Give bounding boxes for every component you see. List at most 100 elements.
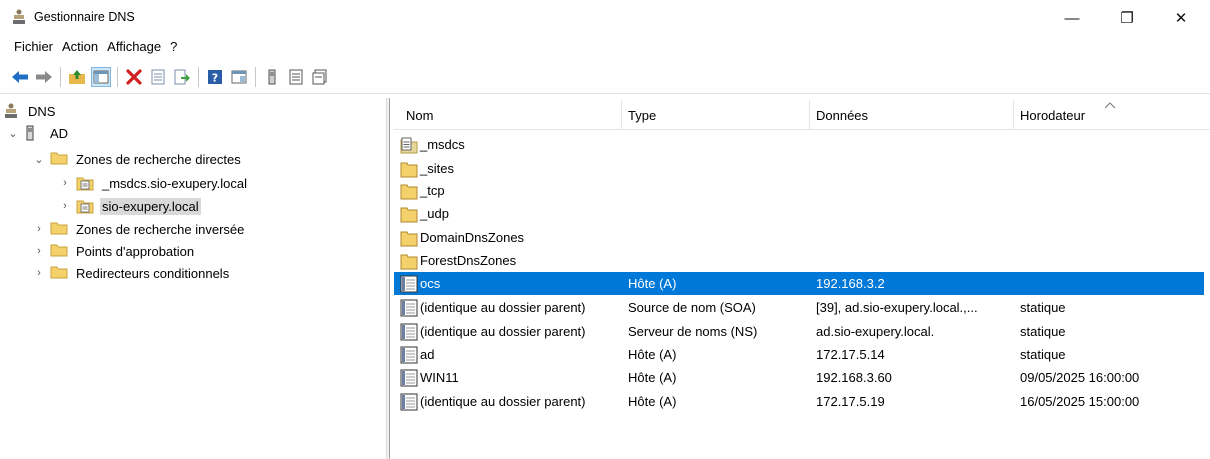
table-row[interactable]: ocs Hôte (A) 192.168.3.2 xyxy=(394,272,1204,295)
record-type xyxy=(628,179,810,202)
record-data xyxy=(816,157,1014,180)
record-name: (identique au dossier parent) xyxy=(420,394,586,409)
tree-item-dns[interactable]: DNS xyxy=(4,100,57,122)
folder-icon xyxy=(50,243,68,259)
toolbar: ? xyxy=(0,62,1210,92)
menu-affichage[interactable]: Affichage xyxy=(107,36,166,58)
record-type xyxy=(628,157,810,180)
folder-icon xyxy=(400,229,420,247)
properties-icon[interactable] xyxy=(148,67,168,87)
record-icon xyxy=(400,323,420,341)
record-name: (identique au dossier parent) xyxy=(420,324,586,339)
console-view-icon[interactable] xyxy=(229,67,249,87)
menu-fichier[interactable]: Fichier xyxy=(14,36,58,58)
chevron-right-icon[interactable]: › xyxy=(32,244,46,258)
up-folder-icon[interactable] xyxy=(67,67,87,87)
record-type: Hôte (A) xyxy=(628,394,677,409)
record-timestamp xyxy=(1020,157,1200,180)
close-button[interactable]: ✕ xyxy=(1158,0,1204,36)
tree-item-forward-zones[interactable]: ⌄ Zones de recherche directes xyxy=(32,148,243,170)
tree-label: Zones de recherche inversée xyxy=(76,221,245,237)
server-icon[interactable] xyxy=(262,67,282,87)
back-arrow-icon[interactable] xyxy=(10,67,30,87)
record-icon xyxy=(400,369,420,387)
toolbar-separator xyxy=(198,67,199,87)
record-name: ForestDnsZones xyxy=(420,253,517,268)
column-header-type[interactable]: Type xyxy=(622,100,810,130)
tree-item-server[interactable]: ⌄ AD xyxy=(6,122,70,144)
table-row[interactable]: _msdcs xyxy=(394,133,1204,156)
record-data: ad.sio-exupery.local. xyxy=(816,324,935,339)
record-name: _tcp xyxy=(420,183,445,198)
table-row[interactable]: ForestDnsZones xyxy=(394,249,1204,272)
cell-name: ocs xyxy=(400,272,622,295)
record-type: Hôte (A) xyxy=(628,276,677,291)
record-data xyxy=(816,202,1014,225)
record-data: [39], ad.sio-exupery.local.,... xyxy=(816,300,978,315)
toolbar-separator xyxy=(60,67,61,87)
zone-icon[interactable] xyxy=(286,67,306,87)
help-icon[interactable]: ? xyxy=(205,67,225,87)
close-icon: ✕ xyxy=(1174,10,1188,27)
cell-name: _tcp xyxy=(400,179,622,202)
cell-name: _udp xyxy=(400,202,622,225)
record-data xyxy=(816,179,1014,202)
cell-name: WIN11 xyxy=(400,366,622,389)
cell-name: ad xyxy=(400,343,622,366)
chevron-right-icon[interactable]: › xyxy=(58,199,72,213)
menu-bar: Fichier Action Affichage ? xyxy=(0,36,1210,58)
tree-item-zone-main[interactable]: › sio-exupery.local xyxy=(58,195,201,217)
record-name: DomainDnsZones xyxy=(420,230,525,245)
table-row[interactable]: WIN11 Hôte (A) 192.168.3.60 09/05/2025 16:0… xyxy=(394,366,1204,389)
sort-ascending-icon xyxy=(1104,102,1116,109)
table-row[interactable]: DomainDnsZones xyxy=(394,226,1204,249)
record-timestamp: 16/05/2025 15:00:00 xyxy=(1020,394,1140,409)
chevron-right-icon[interactable]: › xyxy=(32,266,46,280)
column-header-donnees[interactable]: Données xyxy=(810,100,1014,130)
record-name: _msdcs xyxy=(420,137,465,152)
dns-icon xyxy=(4,103,20,119)
menu-help[interactable]: ? xyxy=(170,36,182,58)
chevron-right-icon[interactable]: › xyxy=(58,176,72,190)
record-data: 172.17.5.19 xyxy=(816,394,885,409)
table-row[interactable]: _tcp xyxy=(394,179,1204,202)
table-row[interactable]: _udp xyxy=(394,202,1204,225)
export-list-icon[interactable] xyxy=(172,67,192,87)
cell-name: (identique au dossier parent) xyxy=(400,296,622,319)
console-tree: DNS ⌄ AD ⌄ Zones de recherche directes ›… xyxy=(0,100,385,459)
tree-label: Redirecteurs conditionnels xyxy=(76,265,230,281)
record-timestamp xyxy=(1020,249,1200,272)
record-data xyxy=(816,249,1014,272)
show-hide-tree-icon[interactable] xyxy=(91,67,111,87)
column-header-nom[interactable]: Nom xyxy=(400,100,622,130)
pane-splitter[interactable] xyxy=(386,98,390,459)
tree-item-conditional-forwarders[interactable]: › Redirecteurs conditionnels xyxy=(32,262,231,284)
folder-icon xyxy=(400,252,420,270)
record-data xyxy=(816,226,1014,249)
record-icon[interactable] xyxy=(310,67,330,87)
tree-item-zone-msdcs[interactable]: › _msdcs.sio-exupery.local xyxy=(58,172,249,194)
table-row[interactable]: ad Hôte (A) 172.17.5.14 statique xyxy=(394,343,1204,366)
menu-action[interactable]: Action xyxy=(62,36,103,58)
minimize-button[interactable]: — xyxy=(1049,0,1095,36)
minimize-icon: — xyxy=(1064,9,1080,27)
chevron-right-icon[interactable]: › xyxy=(32,222,46,236)
delete-icon[interactable] xyxy=(124,67,144,87)
table-row[interactable]: (identique au dossier parent) Source de n… xyxy=(394,296,1204,319)
record-timestamp: 09/05/2025 16:00:00 xyxy=(1020,370,1140,385)
zone-folder-icon xyxy=(400,136,420,154)
table-row[interactable]: _sites xyxy=(394,157,1204,180)
maximize-button[interactable]: ❐ xyxy=(1104,0,1150,36)
tree-item-trust-points[interactable]: › Points d'approbation xyxy=(32,240,196,262)
record-data xyxy=(816,133,1014,156)
chevron-down-icon[interactable]: ⌄ xyxy=(32,152,46,166)
zone-file-icon xyxy=(76,175,94,191)
table-row[interactable]: (identique au dossier parent) Serveur de … xyxy=(394,320,1204,343)
forward-arrow-icon[interactable] xyxy=(34,67,54,87)
cell-name: _sites xyxy=(400,157,622,180)
chevron-down-icon[interactable]: ⌄ xyxy=(6,126,20,140)
table-row[interactable]: (identique au dossier parent) Hôte (A) 172… xyxy=(394,390,1204,413)
tree-item-reverse-zones[interactable]: › Zones de recherche inversée xyxy=(32,218,246,240)
record-name: _udp xyxy=(420,206,449,221)
cell-name: _msdcs xyxy=(400,133,622,156)
